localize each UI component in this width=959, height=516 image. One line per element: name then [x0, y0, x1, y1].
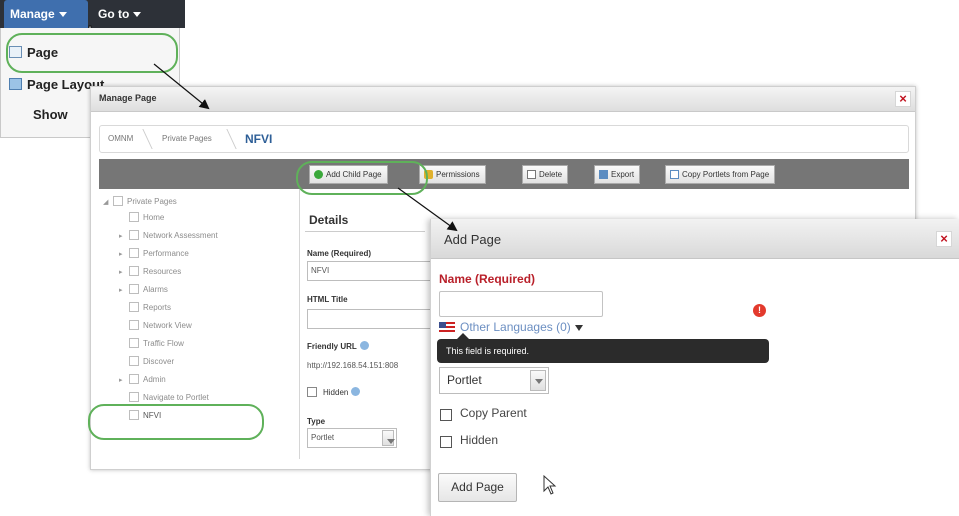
annotation-arrows: [153, 63, 458, 232]
arrow-to-add-page: [397, 187, 458, 232]
arrow-to-manage-page: [153, 63, 210, 110]
